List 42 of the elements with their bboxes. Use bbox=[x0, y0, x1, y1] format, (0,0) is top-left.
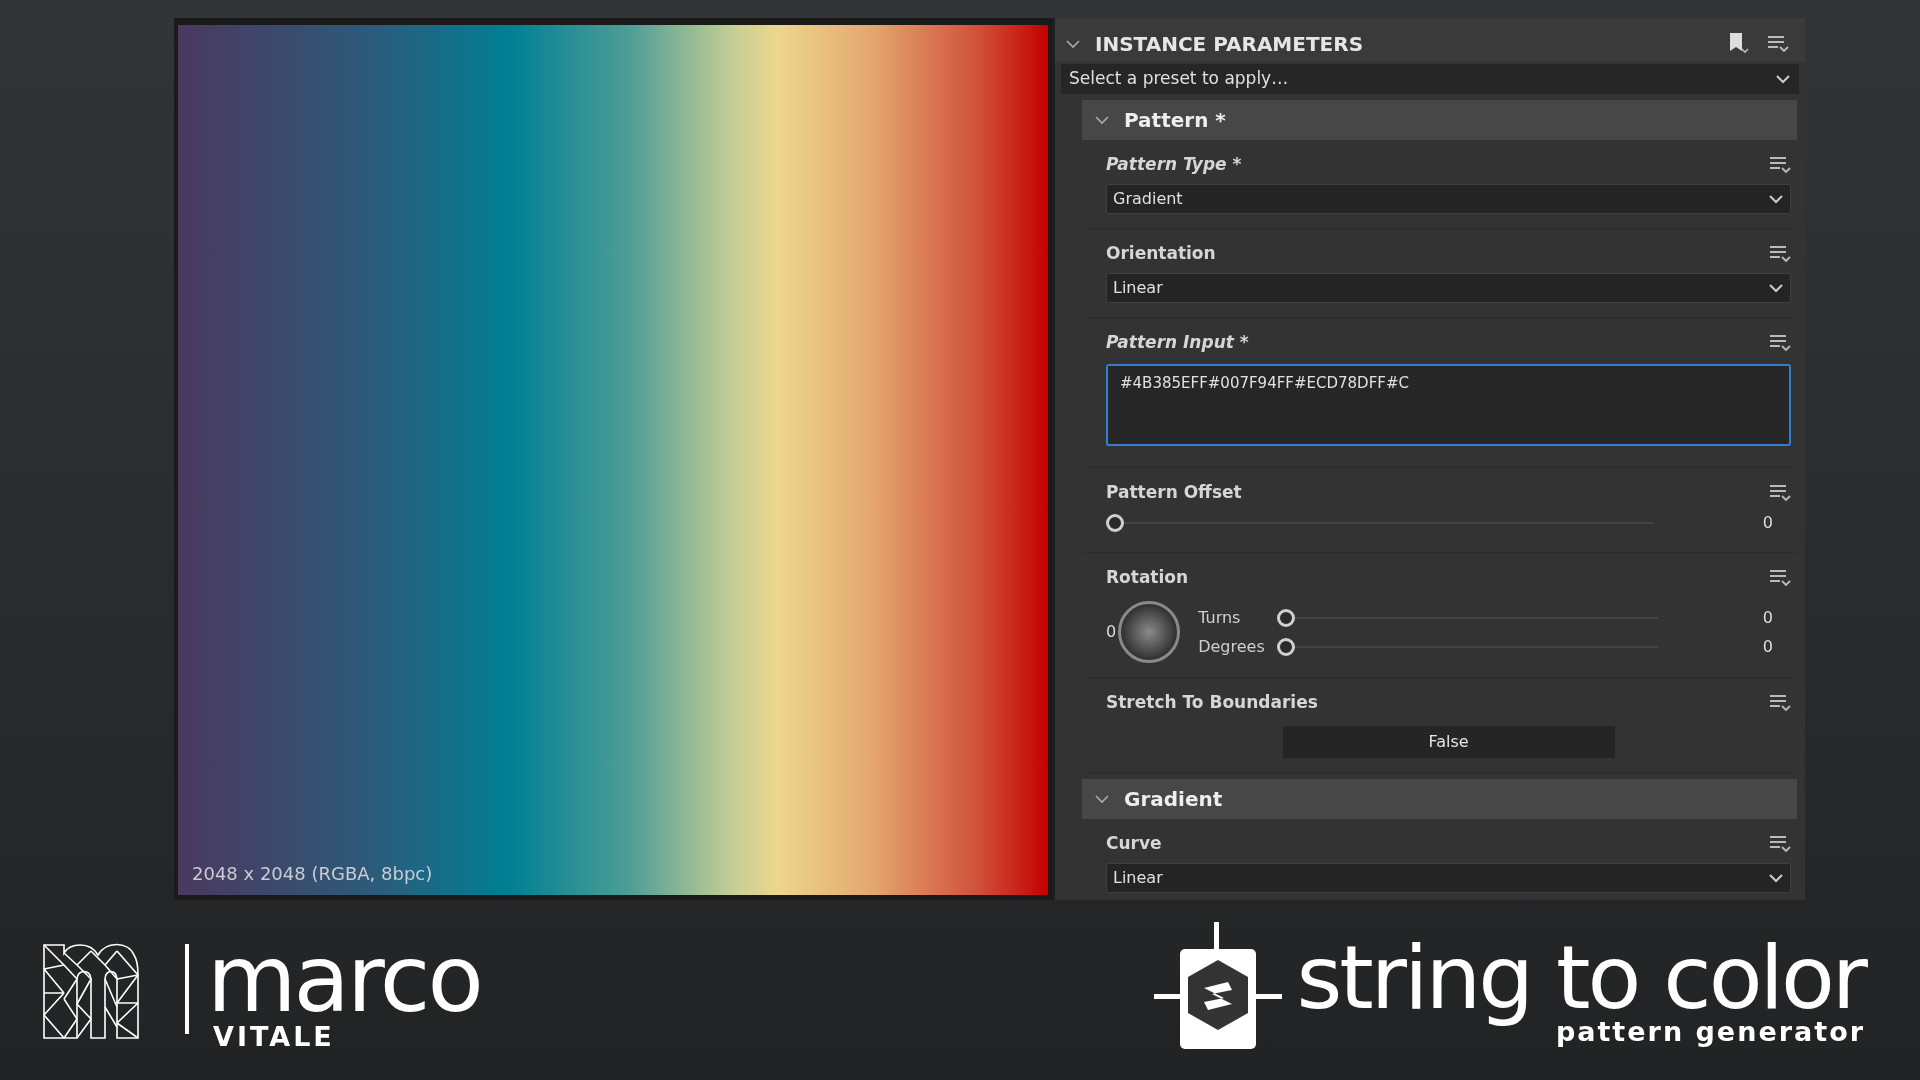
dial-value: 0 bbox=[1106, 621, 1117, 643]
section-header[interactable]: Pattern * bbox=[1082, 100, 1797, 140]
slider-value: 0 bbox=[1761, 635, 1773, 658]
dropdown[interactable]: Gradient bbox=[1106, 184, 1791, 214]
slider-label: Turns bbox=[1198, 606, 1242, 629]
pattern-input-field[interactable]: #4B385EFF#007F94FF#ECD78DFF#C bbox=[1106, 364, 1791, 446]
menu-icon[interactable] bbox=[1769, 484, 1791, 502]
parameter-label: Orientation bbox=[1106, 242, 1216, 266]
hexagon-logo-icon bbox=[1154, 922, 1283, 1050]
dropdown-caret-icon bbox=[1775, 73, 1791, 85]
menu-icon[interactable] bbox=[1769, 334, 1791, 352]
section-header[interactable]: Gradient bbox=[1082, 779, 1797, 819]
toggle-button[interactable]: False bbox=[1282, 726, 1615, 758]
menu-icon[interactable] bbox=[1769, 245, 1791, 263]
bookmark-icon[interactable] bbox=[1727, 32, 1751, 56]
panel-title: INSTANCE PARAMETERS bbox=[1095, 31, 1365, 58]
preset-dropdown[interactable]: Select a preset to apply… bbox=[1061, 64, 1799, 94]
menu-icon[interactable] bbox=[1767, 35, 1789, 53]
menu-icon[interactable] bbox=[1769, 569, 1791, 587]
dropdown-caret-icon bbox=[1768, 282, 1784, 294]
dropdown-caret-icon bbox=[1768, 193, 1784, 205]
section-title: Gradient bbox=[1124, 786, 1223, 813]
dropdown[interactable]: Linear bbox=[1106, 273, 1791, 303]
slider-label: Degrees bbox=[1198, 635, 1266, 658]
parameter-label: Pattern Offset bbox=[1106, 481, 1242, 505]
parameter-label: Pattern Type * bbox=[1106, 153, 1242, 177]
slider-value: 0 bbox=[1761, 512, 1773, 534]
dropdown[interactable]: Linear bbox=[1106, 863, 1791, 893]
section-title: Pattern * bbox=[1124, 107, 1226, 134]
dropdown-caret-icon bbox=[1768, 872, 1784, 884]
menu-icon[interactable] bbox=[1769, 835, 1791, 853]
slider-thumb[interactable] bbox=[1106, 514, 1124, 532]
image-info: 2048 x 2048 (RGBA, 8bpc) bbox=[192, 862, 433, 886]
parameter-label: Rotation bbox=[1106, 566, 1189, 590]
parameter-label: Curve bbox=[1106, 832, 1162, 856]
parameter-label: Pattern Input * bbox=[1106, 331, 1249, 355]
slider-thumb[interactable] bbox=[1277, 637, 1296, 656]
parameter-label: Stretch To Boundaries bbox=[1106, 691, 1318, 715]
menu-icon[interactable] bbox=[1769, 694, 1791, 712]
menu-icon[interactable] bbox=[1769, 156, 1791, 174]
slider-value: 0 bbox=[1761, 606, 1773, 629]
slider-thumb[interactable] bbox=[1277, 608, 1296, 627]
